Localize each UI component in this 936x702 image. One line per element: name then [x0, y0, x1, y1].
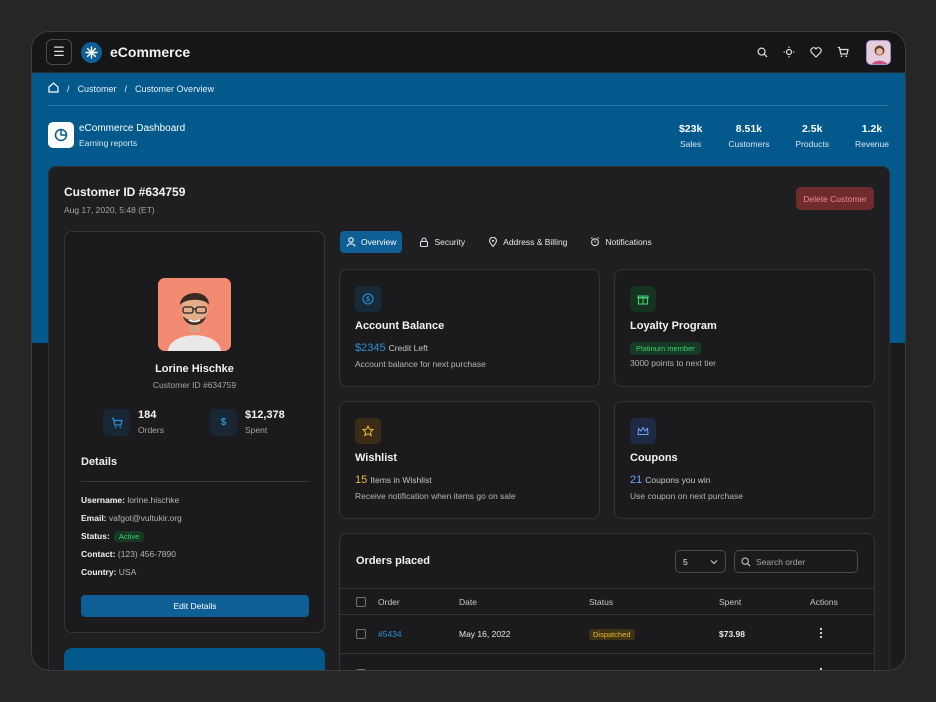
svg-text:$: $ — [366, 297, 370, 304]
more-actions-icon[interactable] — [819, 627, 823, 641]
search-order-input[interactable] — [756, 556, 846, 567]
tab-security[interactable]: Security — [413, 231, 471, 253]
row-checkbox[interactable] — [356, 629, 366, 639]
divider — [81, 481, 309, 482]
pie-chart-icon — [48, 122, 74, 148]
order-date: May 16, 2022 — [459, 629, 511, 639]
stat-products: 2.5k Products — [795, 123, 829, 149]
brand-name: eCommerce — [110, 44, 191, 60]
customer-date: Aug 17, 2020, 5:48 (ET) — [64, 205, 155, 215]
column-spent[interactable]: Spent — [719, 597, 741, 607]
customer-name: Lorine Hischke — [155, 363, 234, 375]
column-status[interactable]: Status — [589, 597, 613, 607]
order-link[interactable]: #5434 — [378, 629, 402, 639]
tab-address-billing[interactable]: Address & Billing — [482, 231, 573, 253]
stat-revenue: 1.2k Revenue — [854, 123, 889, 149]
wishlist-card: Wishlist 15 Items in Wishlist Receive not… — [339, 401, 600, 519]
spent-stat: $ $12,378 Spent — [210, 409, 285, 436]
loyalty-badge: Platinum member — [630, 342, 701, 355]
order-spent: $73.98 — [719, 629, 745, 639]
breadcrumb: / Customer / Customer Overview — [48, 82, 214, 95]
select-all-checkbox[interactable] — [356, 596, 366, 607]
detail-country: Country: USA — [81, 567, 137, 577]
detail-status: Status: Active — [81, 531, 145, 542]
page-size-select[interactable]: 5 — [675, 550, 726, 573]
dashboard-subtitle: Earning reports — [79, 138, 138, 148]
search-icon — [741, 556, 751, 567]
loyalty-program-card: Loyalty Program Platinum member 3000 poi… — [614, 269, 875, 387]
menu-toggle-button[interactable]: ☰ — [46, 39, 72, 65]
stat-sales: $23k Sales — [678, 123, 703, 149]
dollar-icon: $ — [210, 409, 237, 436]
crown-icon — [630, 418, 656, 444]
cart-icon — [103, 409, 130, 436]
lock-icon — [420, 237, 429, 247]
detail-contact: Contact: (123) 456-7890 — [81, 549, 176, 559]
column-actions: Actions — [810, 596, 838, 607]
customer-id-title: Customer ID #634759 — [64, 185, 186, 199]
tab-bar: Overview Security Address & Billing Noti… — [340, 231, 658, 253]
column-order[interactable]: Order — [378, 597, 400, 607]
detail-username: Username: lorine.hischke — [81, 495, 180, 505]
orders-table-card: Orders placed 5 Order Date Status Spent … — [339, 533, 875, 670]
detail-email: Email: vafgot@vultukir.org — [81, 513, 182, 523]
star-icon — [355, 418, 381, 444]
search-icon[interactable] — [755, 45, 769, 59]
chevron-down-icon — [710, 559, 718, 564]
table-header: Order Date Status Spent Actions — [340, 588, 874, 615]
map-pin-icon — [489, 237, 498, 247]
column-date[interactable]: Date — [459, 597, 477, 607]
brand-logo-icon — [81, 41, 102, 63]
hamburger-icon: ☰ — [53, 44, 65, 59]
home-icon[interactable] — [48, 82, 59, 95]
status-badge: Dispatched — [589, 629, 635, 640]
top-navbar: ☰ eCommerce — [32, 32, 905, 73]
order-search — [734, 550, 858, 573]
balance-icon: $ — [355, 286, 381, 312]
divider — [48, 105, 889, 106]
user-icon — [346, 237, 356, 247]
theme-toggle-icon[interactable] — [782, 45, 796, 59]
orders-stat: 184 Orders — [103, 409, 164, 436]
breadcrumb-customer[interactable]: Customer — [78, 84, 117, 94]
details-heading: Details — [81, 456, 118, 468]
dashboard-stats: $23k Sales 8.51k Customers 2.5k Products 1.… — [679, 123, 889, 149]
tab-overview[interactable]: Overview — [340, 231, 403, 253]
app-window: ☰ eCommerce / Customer / Customer Overvi… — [31, 31, 906, 671]
table-row — [340, 655, 874, 670]
customer-photo — [158, 278, 231, 351]
more-actions-icon[interactable] — [819, 667, 823, 670]
orders-title: Orders placed — [356, 555, 430, 567]
edit-details-button[interactable]: Edit Details — [81, 595, 309, 617]
delete-customer-button[interactable]: Delete Customer — [796, 187, 874, 210]
plan-card — [64, 648, 325, 670]
table-row: #5434 May 16, 2022 Dispatched $73.98 — [340, 615, 874, 654]
heart-icon[interactable] — [809, 45, 823, 59]
stat-customers: 8.51k Customers — [728, 123, 770, 149]
customer-id-line: Customer ID #634759 — [152, 380, 237, 390]
bell-icon — [591, 237, 600, 247]
status-badge: Active — [113, 531, 145, 542]
row-checkbox[interactable] — [356, 669, 366, 670]
profile-card: Lorine Hischke Customer ID #634759 184 Or… — [64, 231, 325, 633]
coupons-card: Coupons 21 Coupons you win Use coupon on … — [614, 401, 875, 519]
account-balance-card: $ Account Balance $2345 Credit Left Accou… — [339, 269, 600, 387]
tab-notifications[interactable]: Notifications — [584, 231, 657, 253]
gift-icon — [630, 286, 656, 312]
dashboard-title: eCommerce Dashboard — [79, 123, 186, 134]
user-avatar[interactable] — [866, 39, 891, 65]
cart-icon[interactable] — [836, 45, 850, 59]
breadcrumb-customer-overview: Customer Overview — [135, 83, 215, 94]
customer-card: Customer ID #634759 Aug 17, 2020, 5:48 (… — [48, 166, 890, 670]
